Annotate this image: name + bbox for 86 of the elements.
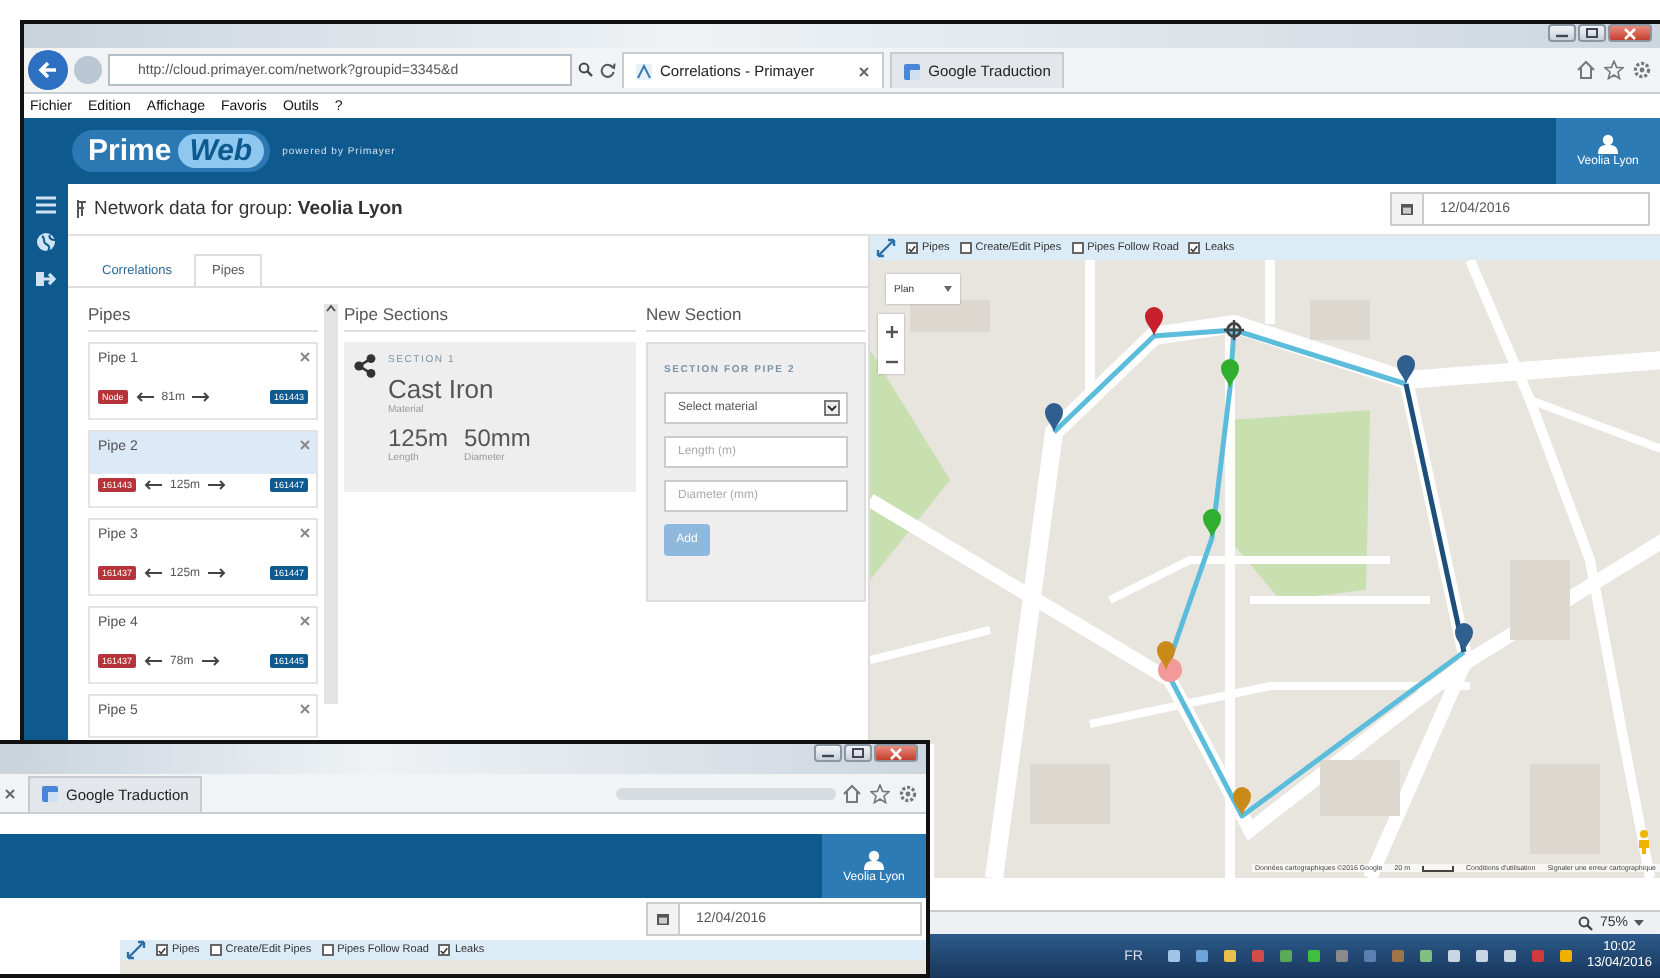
map-marker[interactable] xyxy=(1045,403,1063,432)
expand-icon[interactable] xyxy=(126,940,146,960)
arrow-icon xyxy=(144,480,163,490)
checkbox[interactable] xyxy=(438,944,451,956)
close-icon[interactable] xyxy=(300,528,310,538)
user-icon xyxy=(1598,134,1618,154)
checkbox[interactable] xyxy=(209,944,222,956)
maximize-button[interactable] xyxy=(844,744,872,762)
search-icon[interactable] xyxy=(578,62,594,78)
zoom-in-icon[interactable] xyxy=(885,325,897,337)
caret-icon xyxy=(824,400,840,416)
diameter-value: 50mm xyxy=(464,424,531,452)
map-marker[interactable] xyxy=(1145,307,1163,336)
close-icon[interactable] xyxy=(300,440,310,450)
column-heading: New Section xyxy=(646,304,866,332)
site-icon xyxy=(904,63,921,79)
logo-text: Web xyxy=(177,134,265,168)
map-marker[interactable] xyxy=(1397,355,1415,384)
back-button[interactable] xyxy=(28,50,68,90)
site-icon xyxy=(42,786,58,802)
globe-icon[interactable] xyxy=(36,232,56,252)
checkbox[interactable] xyxy=(1071,242,1084,254)
arrow-icon xyxy=(144,568,163,578)
material-value: Cast Iron xyxy=(388,374,496,404)
home-icon[interactable] xyxy=(842,783,862,803)
close-button[interactable] xyxy=(1608,24,1652,42)
scale-bar xyxy=(1421,865,1454,871)
close-icon xyxy=(1624,27,1636,39)
logo[interactable]: Prime Web xyxy=(72,130,271,172)
maximize-icon xyxy=(852,748,864,758)
map-marker[interactable] xyxy=(1157,641,1175,670)
junction-marker[interactable] xyxy=(1222,318,1246,342)
close-icon[interactable] xyxy=(300,704,310,714)
home-icon[interactable] xyxy=(1576,60,1596,80)
arrow-icon xyxy=(192,392,211,402)
star-icon[interactable] xyxy=(870,783,890,803)
arrow-icon xyxy=(201,656,220,666)
calendar-icon xyxy=(1400,202,1414,216)
map-marker[interactable] xyxy=(1233,787,1251,816)
close-icon[interactable] xyxy=(4,787,16,799)
minimize-icon xyxy=(822,749,834,757)
minimize-icon xyxy=(1556,29,1568,37)
scrollbar[interactable] xyxy=(324,304,338,704)
checkbox[interactable] xyxy=(156,944,168,956)
length-value: 125m xyxy=(388,424,449,452)
checkbox[interactable] xyxy=(959,242,972,254)
checkbox[interactable] xyxy=(1188,242,1201,254)
menu-icon[interactable] xyxy=(36,196,56,214)
close-button[interactable] xyxy=(874,744,918,762)
site-icon xyxy=(636,63,652,79)
zoom-icon xyxy=(1577,915,1594,931)
logo-text: Prime xyxy=(88,134,172,168)
minimize-button[interactable] xyxy=(1548,24,1576,42)
map-marker[interactable] xyxy=(1455,623,1473,652)
page-title: Network data for group: Veolia Lyon xyxy=(94,198,403,220)
column-heading: Pipe Sections xyxy=(344,304,636,332)
sign-out-icon[interactable] xyxy=(36,270,56,288)
column-heading: Pipes xyxy=(88,304,318,332)
caret-icon xyxy=(944,286,952,292)
close-icon[interactable] xyxy=(300,616,310,626)
back-arrow-icon xyxy=(38,60,58,80)
map-marker[interactable] xyxy=(1221,359,1239,388)
maximize-icon xyxy=(1586,28,1598,38)
arrow-icon xyxy=(144,656,163,666)
expand-icon[interactable] xyxy=(876,238,896,258)
settings-icon[interactable] xyxy=(1632,60,1652,80)
scroll-up-icon[interactable] xyxy=(326,304,336,312)
calendar-icon xyxy=(656,912,670,926)
settings-icon[interactable] xyxy=(898,783,918,803)
arrow-icon xyxy=(208,480,227,490)
maximize-button[interactable] xyxy=(1578,24,1606,42)
close-icon[interactable] xyxy=(300,352,310,362)
arrow-icon xyxy=(208,568,227,578)
checkbox[interactable] xyxy=(906,242,918,254)
arrow-icon xyxy=(135,392,154,402)
pipe-line[interactable] xyxy=(1403,383,1467,653)
close-icon[interactable] xyxy=(858,65,871,77)
checkbox[interactable] xyxy=(321,944,334,956)
minimize-button[interactable] xyxy=(814,744,842,762)
user-icon xyxy=(864,849,884,869)
close-icon xyxy=(890,747,902,759)
refresh-icon[interactable] xyxy=(600,62,616,78)
caret-icon[interactable] xyxy=(1634,920,1644,926)
map-marker[interactable] xyxy=(1203,509,1221,538)
star-icon[interactable] xyxy=(1604,60,1624,80)
share-icon xyxy=(354,354,376,378)
